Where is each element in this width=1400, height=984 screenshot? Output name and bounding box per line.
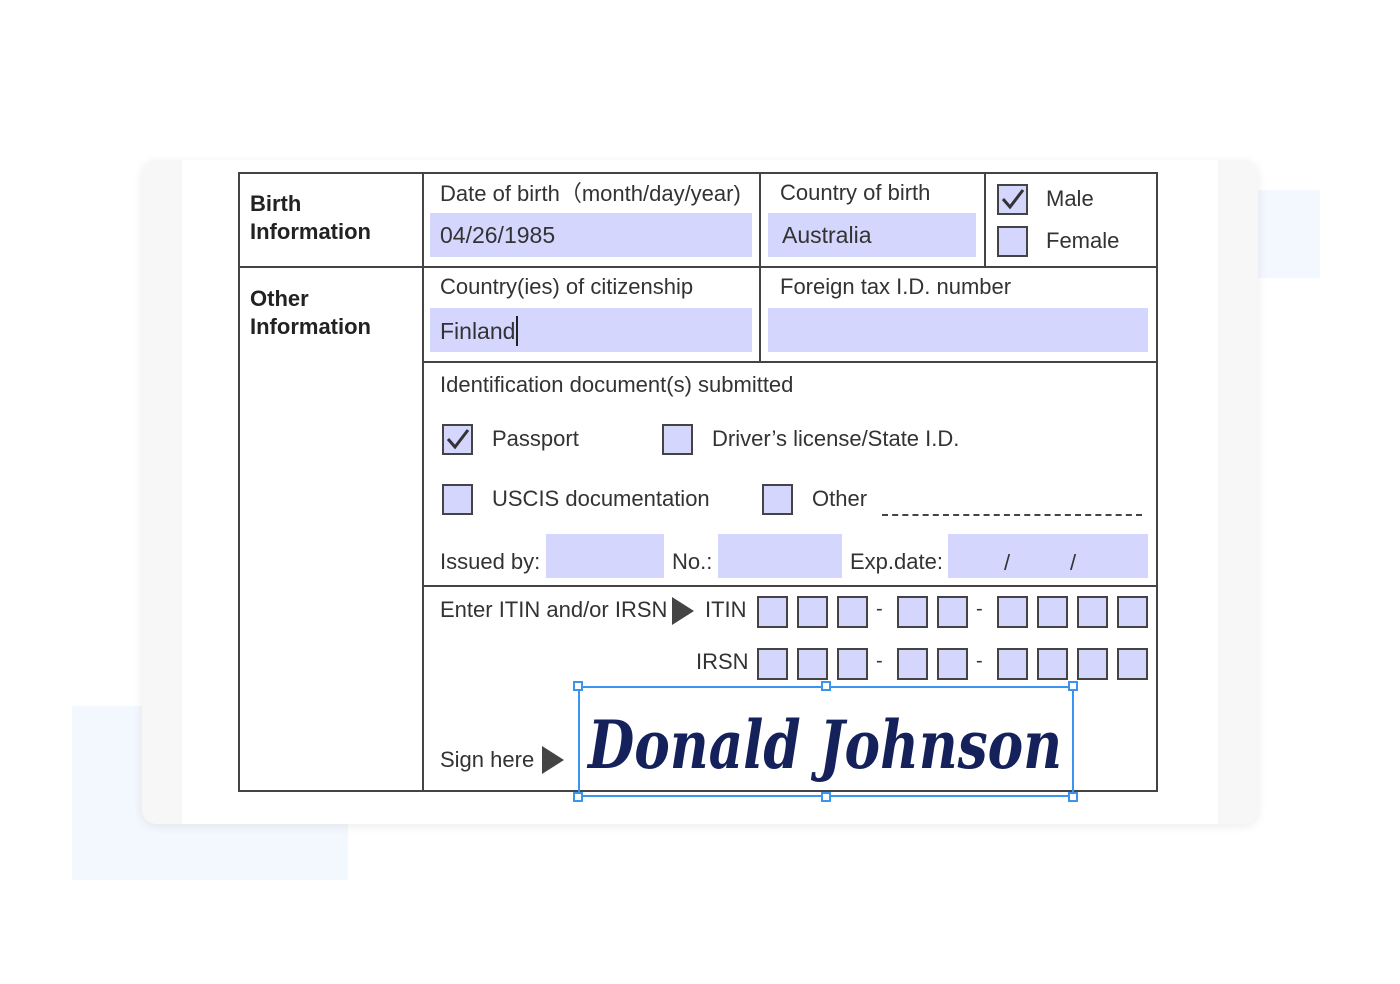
- country-of-birth-value: Australia: [782, 222, 872, 248]
- foreign-tax-id-field[interactable]: [768, 308, 1148, 352]
- other-label: Other: [812, 486, 868, 511]
- female-label: Female: [1046, 228, 1120, 253]
- issued-by-label: Issued by:: [440, 549, 541, 574]
- passport-label: Passport: [492, 426, 579, 451]
- resize-handle[interactable]: [1068, 792, 1078, 802]
- number-label: No.:: [672, 549, 713, 574]
- divider: [423, 361, 1158, 363]
- decor-shape: [1250, 190, 1320, 278]
- divider: [984, 172, 986, 267]
- irsn-digit-box[interactable]: [1077, 648, 1108, 680]
- signature-text: Donald Johnson: [586, 706, 1062, 784]
- section-birth-information: Birth Information: [250, 191, 371, 244]
- itin-digit-box[interactable]: [997, 596, 1028, 628]
- date-separator: /: [1004, 550, 1011, 575]
- number-field[interactable]: [718, 534, 842, 578]
- irsn-digit-box[interactable]: [837, 648, 868, 680]
- dash-separator: -: [876, 650, 883, 672]
- divider: [1156, 172, 1158, 792]
- signature-image: Donald Johnson: [586, 706, 1062, 784]
- country-of-birth-field[interactable]: Australia: [768, 213, 976, 257]
- dob-field[interactable]: 04/26/1985: [430, 213, 752, 257]
- issued-by-field[interactable]: [546, 534, 664, 578]
- irsn-digit-box[interactable]: [1117, 648, 1148, 680]
- checkmark-icon: [1001, 189, 1025, 210]
- dash-separator: -: [976, 598, 983, 620]
- uscis-checkbox[interactable]: [442, 484, 473, 515]
- dob-label: Date of birth（month/day/year): [440, 181, 741, 206]
- arrow-right-icon: [542, 746, 564, 774]
- signature-box[interactable]: Donald Johnson: [578, 686, 1074, 797]
- itin-digit-box[interactable]: [757, 596, 788, 628]
- other-specify-line[interactable]: [882, 514, 1142, 516]
- irsn-digit-box[interactable]: [897, 648, 928, 680]
- divider: [239, 266, 1158, 268]
- itin-digit-box[interactable]: [1037, 596, 1068, 628]
- itin-digit-box[interactable]: [797, 596, 828, 628]
- male-checkbox[interactable]: [997, 184, 1028, 215]
- resize-handle[interactable]: [821, 792, 831, 802]
- itin-digit-box[interactable]: [1117, 596, 1148, 628]
- divider: [239, 172, 1158, 174]
- itin-digit-box[interactable]: [837, 596, 868, 628]
- irsn-digit-box[interactable]: [757, 648, 788, 680]
- resize-handle[interactable]: [821, 681, 831, 691]
- license-label: Driver’s license/State I.D.: [712, 426, 960, 451]
- resize-handle[interactable]: [573, 792, 583, 802]
- itin-digit-box[interactable]: [897, 596, 928, 628]
- other-checkbox[interactable]: [762, 484, 793, 515]
- exp-date-label: Exp.date:: [850, 549, 943, 574]
- divider: [422, 172, 424, 792]
- irsn-digit-box[interactable]: [937, 648, 968, 680]
- exp-date-field[interactable]: / /: [948, 534, 1148, 578]
- resize-handle[interactable]: [1068, 681, 1078, 691]
- irsn-digit-box[interactable]: [1037, 648, 1068, 680]
- divider: [423, 585, 1158, 587]
- dash-separator: -: [976, 650, 983, 672]
- uscis-label: USCIS documentation: [492, 486, 710, 511]
- itin-digit-box[interactable]: [1077, 596, 1108, 628]
- irsn-label: IRSN: [696, 649, 749, 674]
- irsn-digit-box[interactable]: [797, 648, 828, 680]
- country-of-birth-label: Country of birth: [780, 180, 931, 205]
- passport-checkbox[interactable]: [442, 424, 473, 455]
- sign-here-label: Sign here: [440, 747, 535, 772]
- itin-label: ITIN: [705, 597, 747, 622]
- irsn-digit-box[interactable]: [997, 648, 1028, 680]
- dash-separator: -: [876, 598, 883, 620]
- citizenship-field[interactable]: Finland: [430, 308, 752, 352]
- citizenship-label: Country(ies) of citizenship: [440, 274, 694, 299]
- checkmark-icon: [446, 429, 470, 450]
- section-other-information: Other Information: [250, 286, 371, 339]
- female-checkbox[interactable]: [997, 226, 1028, 257]
- id-docs-label: Identification document(s) submitted: [440, 372, 794, 397]
- date-separator: /: [1070, 550, 1077, 575]
- foreign-tax-id-label: Foreign tax I.D. number: [780, 274, 1012, 299]
- divider: [759, 172, 761, 362]
- citizenship-value: Finland: [430, 316, 519, 346]
- itin-digit-box[interactable]: [937, 596, 968, 628]
- arrow-right-icon: [672, 597, 694, 625]
- divider: [238, 172, 240, 792]
- license-checkbox[interactable]: [662, 424, 693, 455]
- male-label: Male: [1046, 186, 1094, 211]
- dob-value: 04/26/1985: [440, 222, 556, 248]
- enter-itin-label: Enter ITIN and/or IRSN: [440, 597, 668, 622]
- resize-handle[interactable]: [573, 681, 583, 691]
